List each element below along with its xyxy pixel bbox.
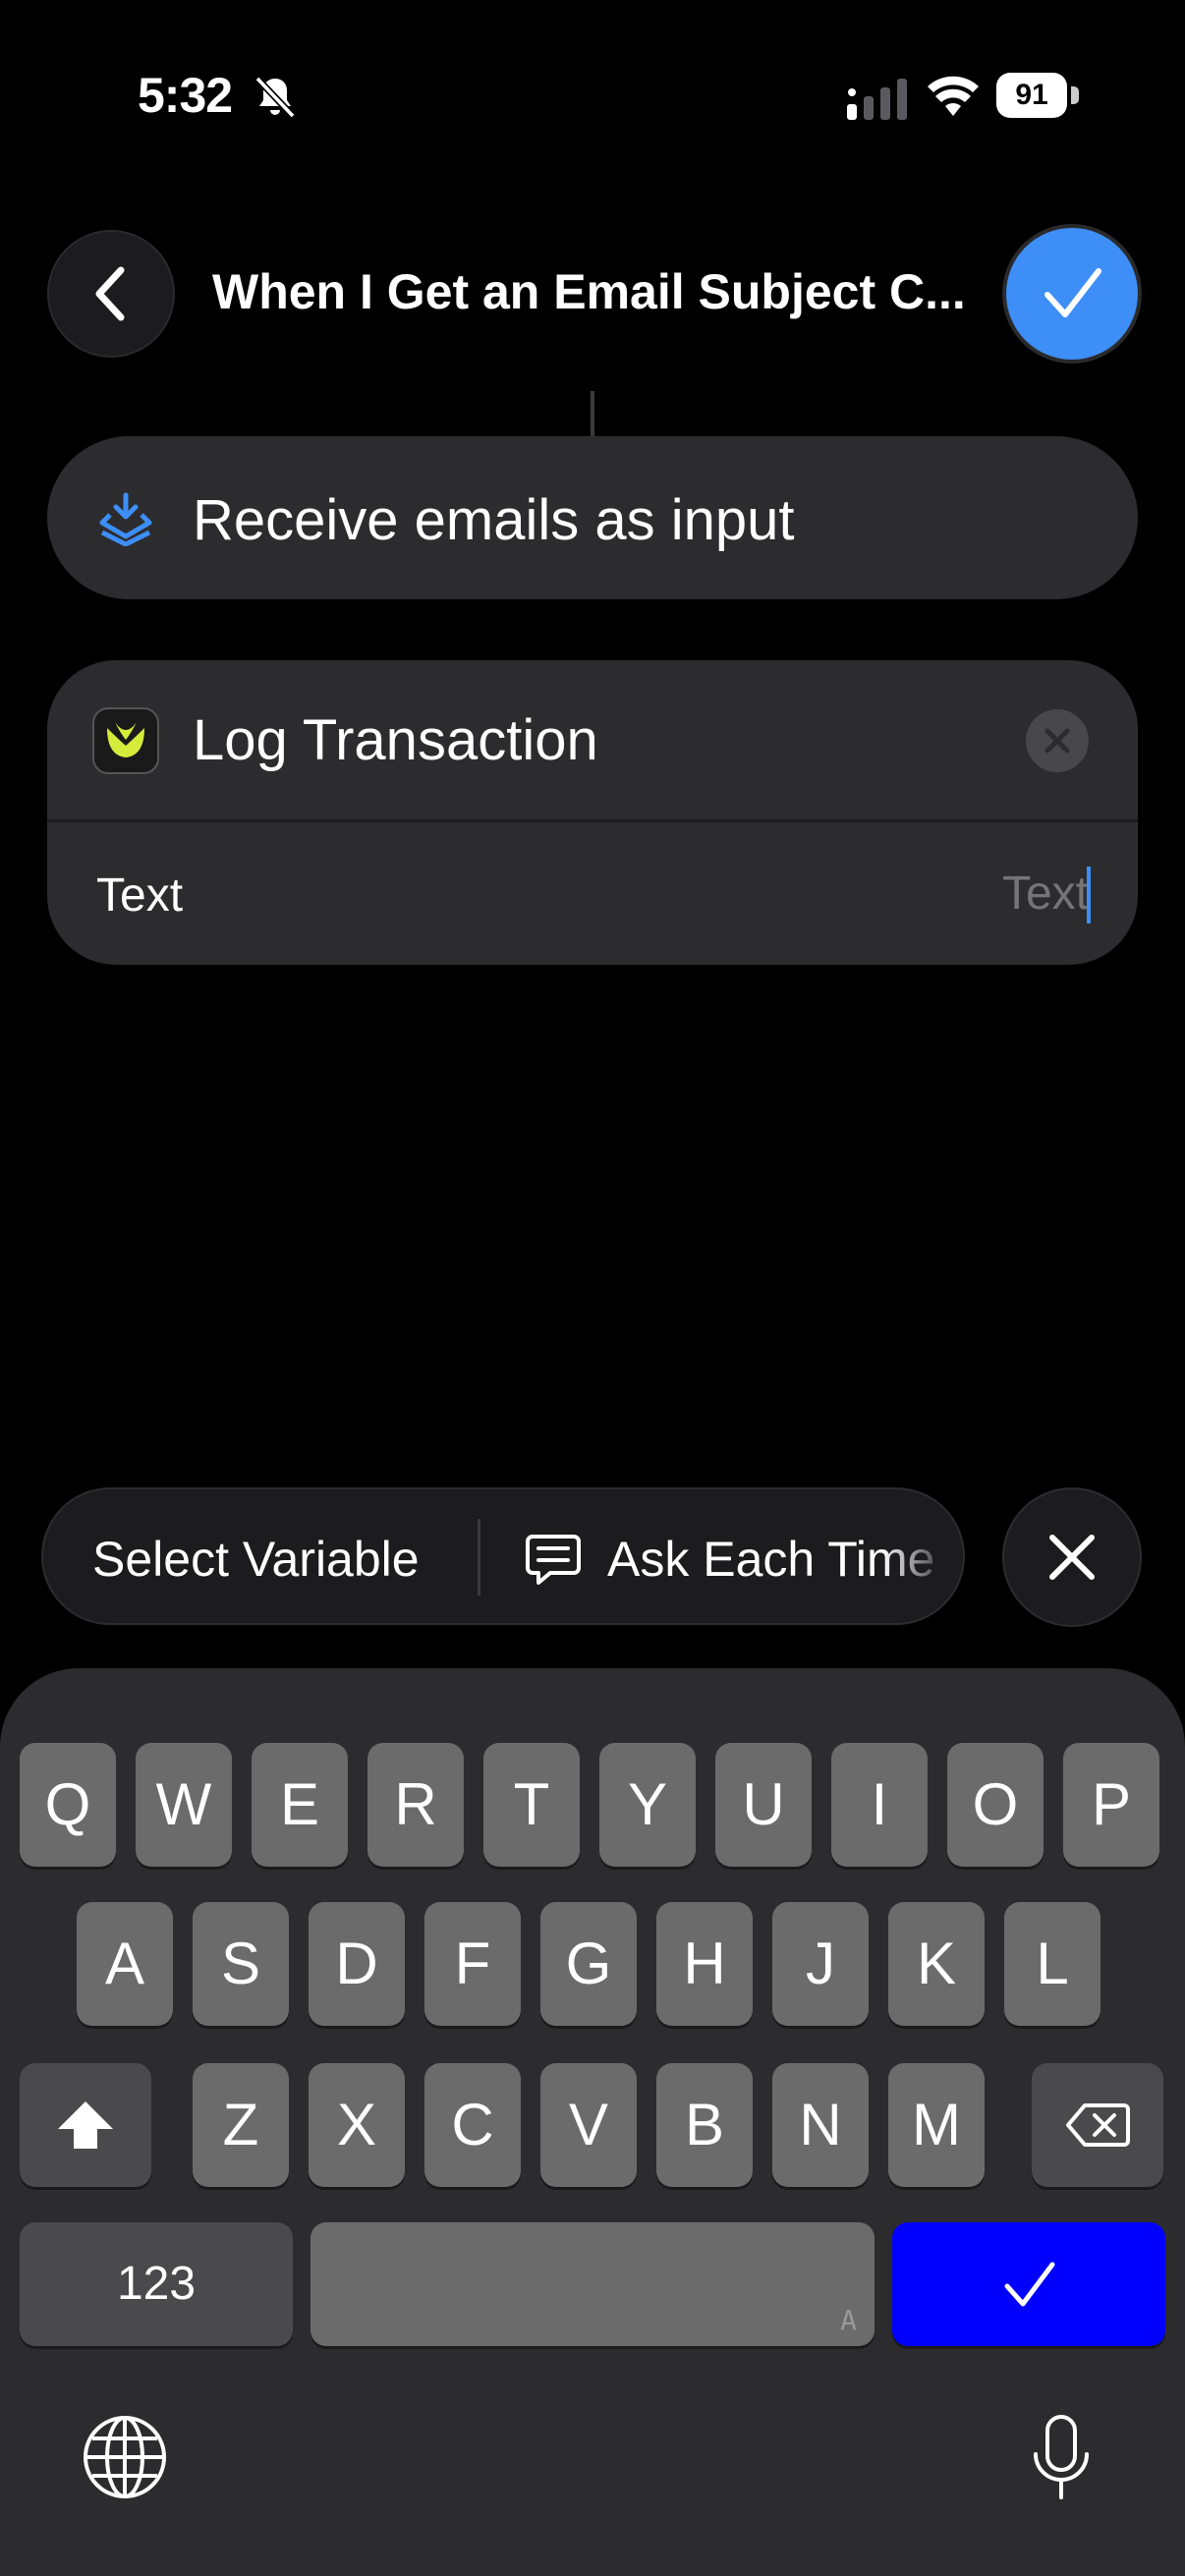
checkmark-icon — [1044, 268, 1101, 317]
log-transaction-action[interactable]: Log Transaction Text — [47, 660, 1138, 965]
variable-bar: Select Variable Ask Each Time — [41, 1487, 965, 1625]
key-i[interactable]: I — [831, 1743, 928, 1867]
key-f[interactable]: F — [424, 1902, 521, 2026]
cellular-signal-icon — [847, 79, 907, 120]
battery-icon: 91 — [996, 73, 1081, 118]
key-v[interactable]: V — [540, 2063, 637, 2187]
key-j[interactable]: J — [772, 1902, 869, 2026]
receive-input-icon — [99, 492, 152, 546]
text-parameter-input[interactable] — [735, 861, 1089, 927]
key-m[interactable]: M — [888, 2063, 985, 2187]
chevron-left-icon — [95, 266, 125, 321]
delete-icon — [1066, 2103, 1130, 2147]
wifi-icon — [928, 76, 979, 116]
key-l[interactable]: L — [1004, 1902, 1100, 2026]
key-z[interactable]: Z — [193, 2063, 289, 2187]
return-key[interactable] — [892, 2222, 1165, 2346]
app-icon — [92, 707, 159, 774]
key-q[interactable]: Q — [20, 1743, 116, 1867]
checkmark-icon — [1004, 2262, 1055, 2307]
speech-bubble-icon — [526, 1535, 581, 1585]
bell-slash-icon — [254, 76, 296, 119]
key-r[interactable]: R — [367, 1743, 464, 1867]
key-t[interactable]: T — [483, 1743, 580, 1867]
globe-icon[interactable] — [81, 2413, 169, 2501]
delete-key[interactable] — [1032, 2063, 1163, 2187]
space-hint: A — [840, 2304, 857, 2336]
divider — [478, 1519, 480, 1596]
select-variable-button[interactable]: Select Variable — [92, 1531, 420, 1588]
key-c[interactable]: C — [424, 2063, 521, 2187]
close-icon — [1044, 728, 1070, 754]
key-d[interactable]: D — [309, 1902, 405, 2026]
key-n[interactable]: N — [772, 2063, 869, 2187]
remove-action-button[interactable] — [1026, 709, 1089, 772]
key-y[interactable]: Y — [599, 1743, 696, 1867]
status-time: 5:32 — [138, 68, 233, 123]
shift-key[interactable] — [20, 2063, 151, 2187]
receive-input-action[interactable]: Receive emails as input — [47, 436, 1138, 599]
parameter-label: Text — [96, 869, 184, 922]
keyboard: Q W E R T Y U I O P A S D F G H J K L Z … — [0, 1668, 1185, 2576]
key-s[interactable]: S — [193, 1902, 289, 2026]
shortcut-title[interactable]: When I Get an Email Subject C... — [212, 263, 979, 320]
key-g[interactable]: G — [540, 1902, 637, 2026]
key-e[interactable]: E — [252, 1743, 348, 1867]
battery-level: 91 — [1015, 79, 1048, 111]
text-cursor — [1087, 867, 1091, 924]
done-button[interactable] — [1006, 228, 1138, 360]
action-connector — [591, 391, 594, 436]
numbers-key[interactable]: 123 — [20, 2222, 293, 2346]
microphone-icon[interactable] — [1022, 2413, 1100, 2503]
close-icon — [1049, 1535, 1095, 1580]
key-h[interactable]: H — [656, 1902, 753, 2026]
key-u[interactable]: U — [715, 1743, 812, 1867]
divider — [47, 819, 1138, 822]
back-button[interactable] — [47, 230, 175, 358]
key-b[interactable]: B — [656, 2063, 753, 2187]
key-p[interactable]: P — [1063, 1743, 1159, 1867]
key-a[interactable]: A — [77, 1902, 173, 2026]
key-w[interactable]: W — [136, 1743, 232, 1867]
key-x[interactable]: X — [309, 2063, 405, 2187]
action-label: Log Transaction — [193, 708, 598, 772]
action-label: Receive emails as input — [193, 488, 795, 552]
close-variable-bar-button[interactable] — [1002, 1487, 1142, 1627]
key-o[interactable]: O — [947, 1743, 1044, 1867]
shift-icon — [58, 2101, 113, 2149]
ask-each-time-button[interactable]: Ask Each Time — [607, 1531, 951, 1588]
key-k[interactable]: K — [888, 1902, 985, 2026]
space-key[interactable]: A — [310, 2222, 875, 2346]
